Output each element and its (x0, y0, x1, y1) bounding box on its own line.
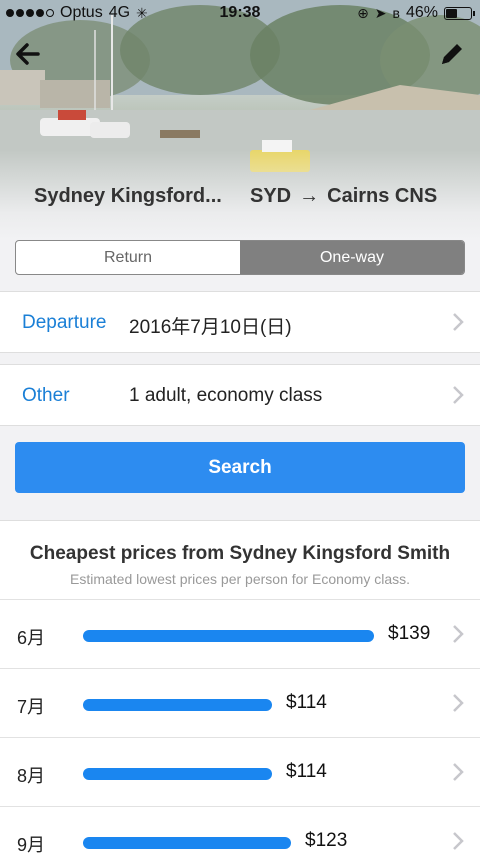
cheapest-subtitle: Estimated lowest prices per person for E… (69, 571, 411, 587)
search-button[interactable]: Search (15, 442, 465, 493)
route-header: Sydney Kingsford... SYD → Cairns CNS (0, 185, 480, 215)
price-label: $139 (388, 623, 431, 644)
origin-label: Sydney Kingsford... (34, 185, 222, 207)
price-row[interactable]: 8月 $114 (0, 737, 480, 806)
price-label: $123 (305, 830, 348, 851)
bluetooth-icon: ʙ (392, 5, 400, 21)
chevron-right-icon (453, 313, 464, 331)
departure-row[interactable]: Departure 2016年7月10日(日) (0, 291, 480, 353)
trip-type-segment: Return One-way (15, 240, 465, 275)
price-row[interactable]: 7月 $114 (0, 668, 480, 737)
price-label: $114 (286, 761, 327, 782)
cheapest-title: Cheapest prices from Sydney Kingsford Sm… (29, 543, 451, 564)
month-label: 9月 (17, 835, 46, 855)
back-arrow-icon[interactable] (12, 38, 44, 70)
chevron-right-icon (453, 694, 464, 712)
origin-code: SYD (250, 185, 292, 207)
departure-label: Departure (22, 312, 107, 333)
price-bar (83, 768, 272, 780)
chevron-right-icon (453, 625, 464, 643)
battery-percent: 46% (405, 4, 438, 21)
battery-icon (444, 6, 475, 20)
edit-pencil-icon[interactable] (436, 38, 468, 70)
rotation-lock-icon: ⊕ (357, 4, 369, 21)
price-bar (83, 837, 291, 849)
month-label: 7月 (17, 697, 46, 717)
price-bar (83, 699, 272, 711)
other-value: 1 adult, economy class (129, 385, 323, 406)
other-row[interactable]: Other 1 adult, economy class (0, 364, 480, 426)
chevron-right-icon (453, 386, 464, 404)
cheapest-prices-panel: Cheapest prices from Sydney Kingsford Sm… (0, 520, 480, 855)
price-label: $114 (286, 692, 327, 713)
arrow-icon: → (299, 185, 320, 207)
oneway-tab[interactable]: One-way (240, 241, 464, 274)
location-icon: ➤ (374, 4, 387, 21)
price-row[interactable]: 9月 $123 (0, 806, 480, 855)
month-label: 8月 (17, 766, 46, 786)
destination-group: SYD → Cairns CNS (250, 185, 437, 208)
chevron-right-icon (453, 832, 464, 850)
price-row[interactable]: 6月 $139 (0, 599, 480, 668)
price-bar (83, 630, 374, 642)
return-tab[interactable]: Return (16, 241, 240, 274)
month-label: 6月 (17, 628, 46, 648)
departure-value: 2016年7月10日(日) (129, 317, 292, 338)
other-label: Other (22, 385, 70, 406)
chevron-right-icon (453, 763, 464, 781)
destination-label: Cairns CNS (327, 185, 438, 207)
status-bar: Optus 4G ✳ 19:38 ⊕ ➤ ʙ 46% (0, 0, 480, 28)
